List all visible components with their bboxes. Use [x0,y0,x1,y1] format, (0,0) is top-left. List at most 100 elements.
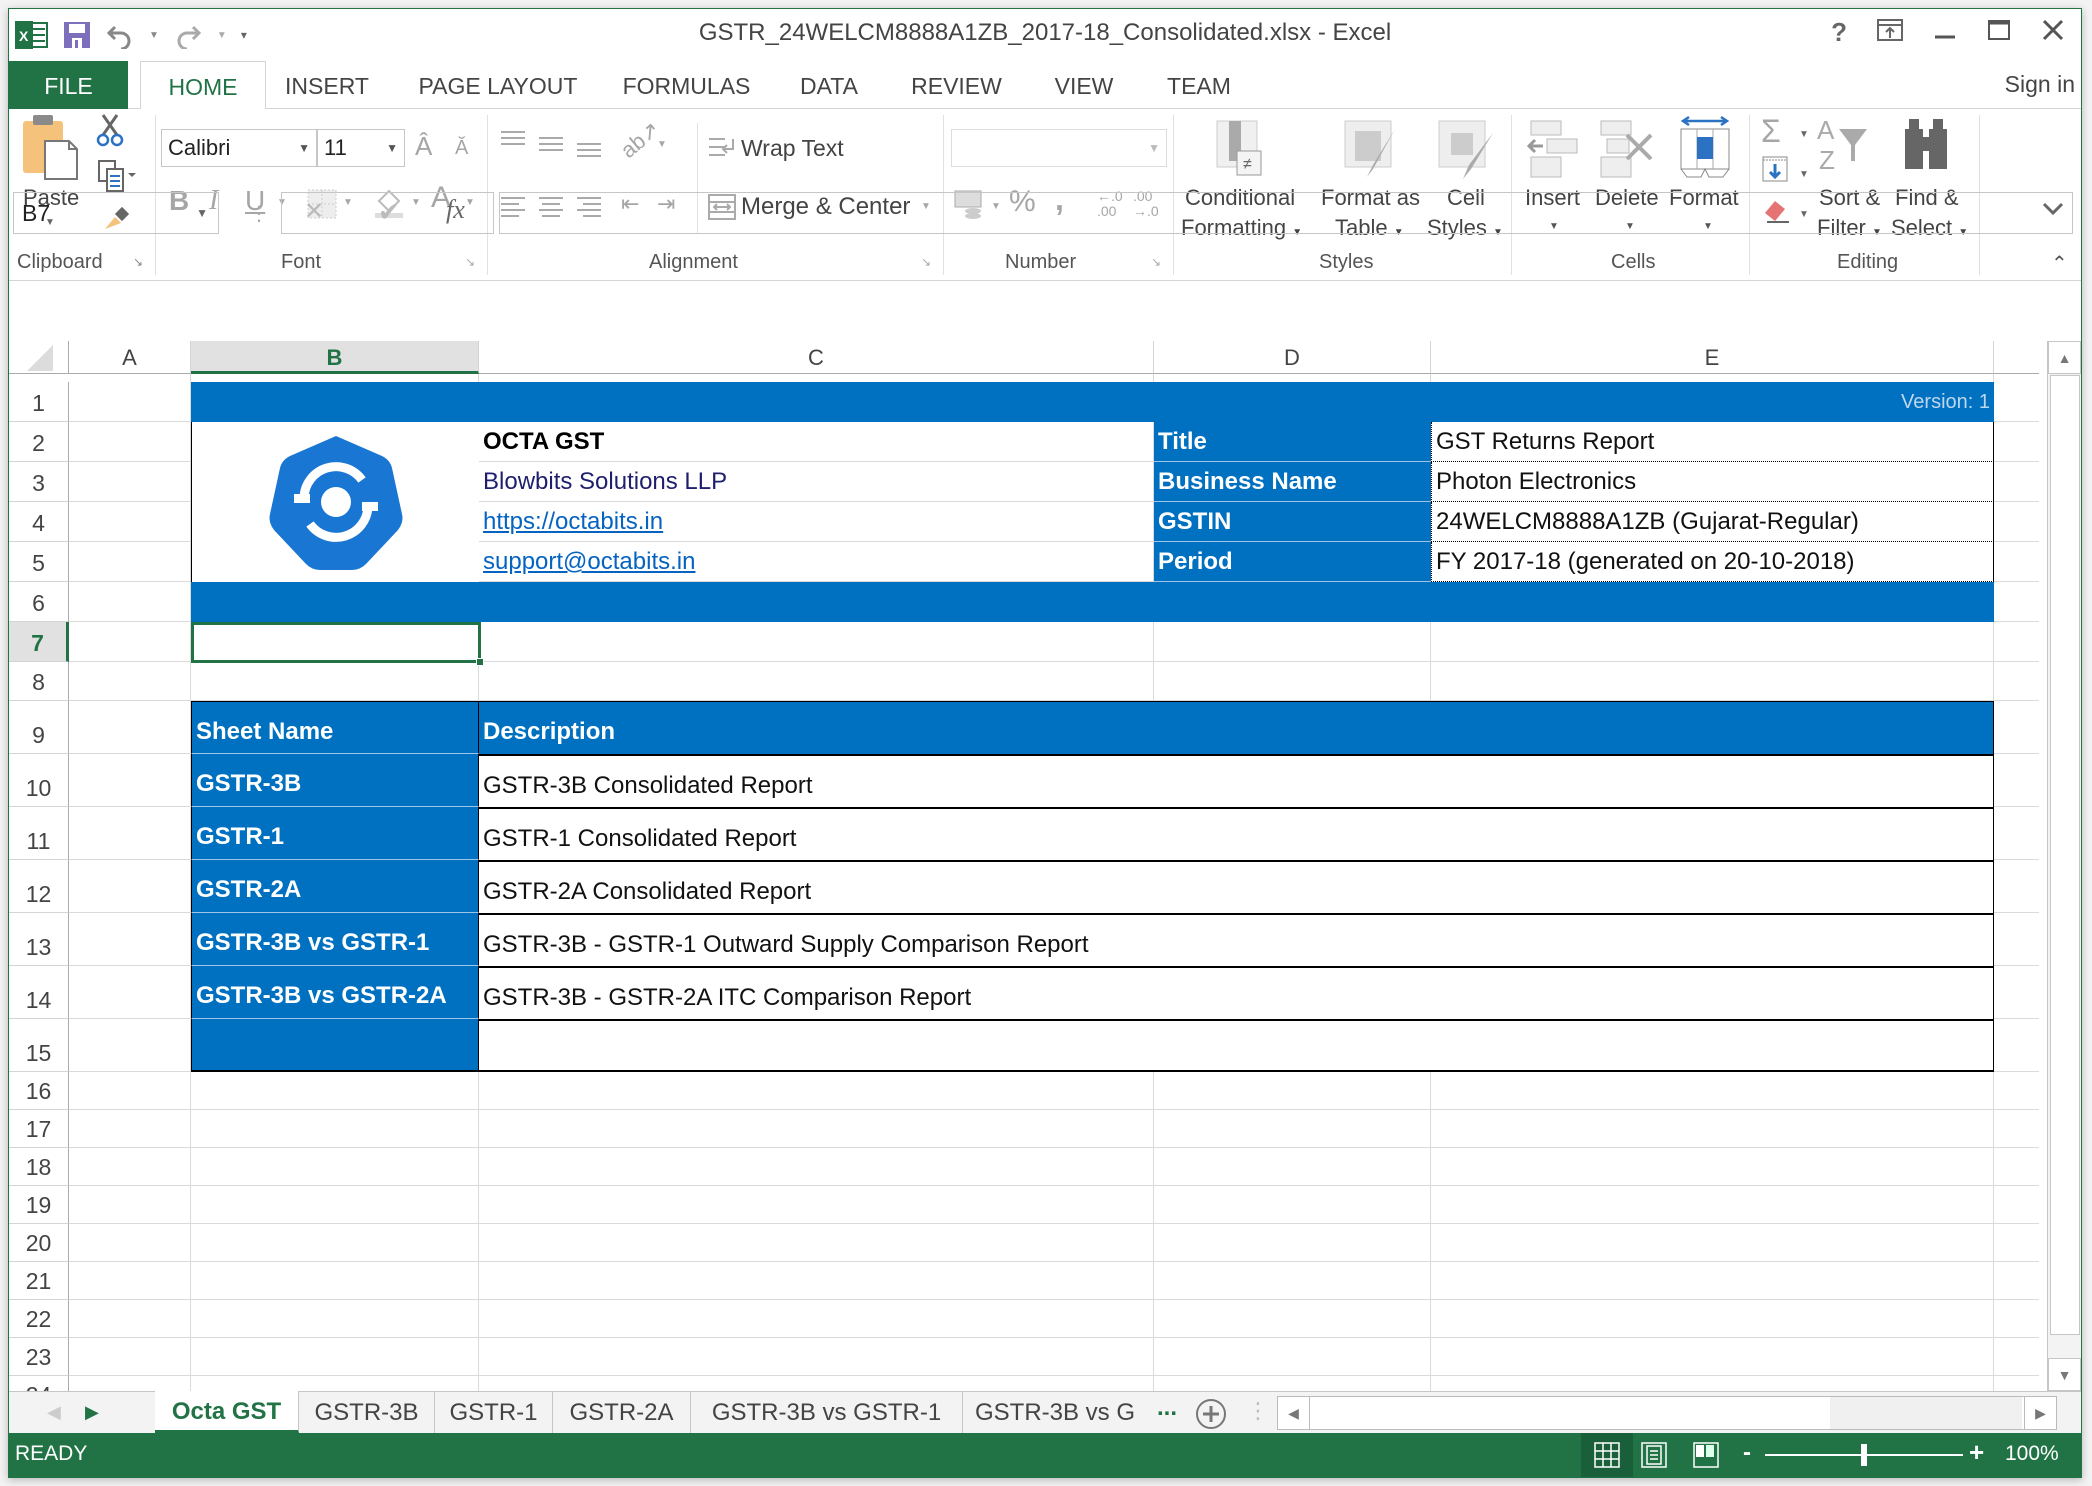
formula-input[interactable] [499,192,2073,234]
row-header-22[interactable]: 22 [9,1300,69,1338]
product-name[interactable]: OCTA GST [479,422,1154,462]
row-header-2[interactable]: 2 [9,422,69,462]
collapse-ribbon-icon[interactable]: ⌃ [2051,251,2068,276]
font-size-dropdown-icon[interactable]: ▼ [386,130,398,166]
page-break-preview-button[interactable] [1693,1442,1719,1473]
sheet-tab-gstr-3b[interactable]: GSTR-3B [299,1392,435,1434]
row-header-4[interactable]: 4 [9,502,69,542]
zoom-slider-thumb[interactable] [1861,1444,1867,1466]
sheet-tab-gstr-1[interactable]: GSTR-1 [435,1392,553,1434]
email-link-text[interactable]: support@octabits.in [483,548,695,576]
header-band-top[interactable]: Version: 1 [191,382,1994,422]
insert-function-button[interactable]: fx [446,195,465,225]
middle-align-icon[interactable] [537,135,565,164]
sheet-tab-gstr-2a[interactable]: GSTR-2A [553,1392,691,1434]
row-header-12[interactable]: 12 [9,860,69,913]
find-select-icon[interactable] [1903,119,1953,178]
row-header-11[interactable]: 11 [9,807,69,860]
row-header-7[interactable]: 7 [9,622,69,662]
page-layout-view-button[interactable] [1641,1442,1667,1473]
table-row-sheet-name[interactable]: GSTR-3B vs GSTR-2A [191,966,479,1019]
autosum-dropdown-icon[interactable]: ▼ [1799,129,1809,140]
column-header-e[interactable]: E [1431,341,1994,374]
cell-styles-icon[interactable] [1437,119,1497,186]
horizontal-scrollbar[interactable]: ◀ ▶ [1277,1396,2057,1430]
column-header-b[interactable]: B [191,341,479,374]
scroll-left-button[interactable]: ◀ [1278,1397,1310,1429]
row-header-24[interactable]: 24 [9,1376,69,1391]
name-box[interactable]: B7 ▼ [13,192,219,234]
row-header-16[interactable]: 16 [9,1072,69,1110]
company-name[interactable]: Blowbits Solutions LLP [479,462,1154,502]
tab-insert[interactable]: INSERT [277,61,377,109]
help-icon[interactable]: ? [1831,17,1847,48]
row-header-21[interactable]: 21 [9,1262,69,1300]
row-header-9[interactable]: 9 [9,701,69,754]
bottom-align-icon[interactable] [575,141,603,170]
name-box-dropdown-icon[interactable]: ▼ [196,193,208,233]
row-header-6[interactable]: 6 [9,582,69,622]
tab-formulas[interactable]: FORMULAS [614,61,759,109]
number-format-dropdown-icon[interactable]: ▼ [1148,130,1160,166]
fill-dropdown-icon[interactable]: ▼ [1799,169,1809,180]
zoom-out-button[interactable]: - [1743,1439,1751,1467]
table-header-description[interactable]: Description [479,701,1994,754]
number-format-combobox[interactable]: ▼ [951,129,1167,167]
sheet-tab-octa-gst[interactable]: Octa GST [155,1391,299,1433]
minimize-icon[interactable] [1933,17,1957,48]
font-dialog-launcher-icon[interactable]: ↘ [465,255,475,269]
top-align-icon[interactable] [499,129,527,158]
orientation-dropdown-icon[interactable]: ▼ [657,139,667,150]
horizontal-scroll-track[interactable] [1830,1397,2022,1429]
zoom-level[interactable]: 100% [2005,1442,2059,1466]
vertical-scrollbar[interactable]: ▲ ▼ [2047,341,2081,1391]
expand-formula-bar-icon[interactable] [2042,201,2064,222]
ribbon-display-options-icon[interactable] [1877,17,1903,48]
row-header-1[interactable]: 1 [9,382,69,422]
formula-bar-resize-handle[interactable]: ⋮ [249,201,269,226]
website-link[interactable]: https://octabits.in [479,502,1154,542]
tab-page-layout[interactable]: PAGE LAYOUT [403,61,593,109]
table-row-description[interactable]: GSTR-2A Consolidated Report [479,860,1994,913]
font-name-dropdown-icon[interactable]: ▼ [298,130,310,166]
column-header-a[interactable]: A [69,341,191,374]
column-header-f[interactable] [1994,341,2039,374]
column-header-c[interactable]: C [479,341,1154,374]
row-header-14[interactable]: 14 [9,966,69,1019]
info-value[interactable]: 24WELCM8888A1ZB (Gujarat-Regular) [1431,502,1994,542]
number-dialog-launcher-icon[interactable]: ↘ [1151,255,1161,269]
format-cells-icon[interactable] [1679,115,1733,184]
sign-in-link[interactable]: Sign in [2005,61,2075,107]
table-row-sheet-name[interactable]: GSTR-1 [191,807,479,860]
more-sheets-ellipsis[interactable]: ... [1157,1394,1177,1422]
info-key[interactable]: Title [1154,422,1431,462]
table-row-description[interactable] [479,1019,1994,1072]
column-header-d[interactable]: D [1154,341,1431,374]
info-value[interactable]: FY 2017-18 (generated on 20-10-2018) [1431,542,1994,582]
row-header-13[interactable]: 13 [9,913,69,966]
row-header-10[interactable]: 10 [9,754,69,807]
info-key[interactable]: Business Name [1154,462,1431,502]
paste-button[interactable]: Paste ▼ [17,113,83,228]
table-row-description[interactable]: GSTR-3B - GSTR-1 Outward Supply Comparis… [479,913,1994,966]
row-header-23[interactable]: 23 [9,1338,69,1376]
fill-handle[interactable] [476,658,484,666]
enter-formula-button[interactable]: ✔ [378,197,400,228]
sheet-tab-gstr-3b-vs-gstr-1[interactable]: GSTR-3B vs GSTR-1 [691,1392,963,1434]
cut-icon[interactable] [95,113,125,152]
insert-cells-icon[interactable] [1526,119,1581,184]
scroll-tabs-left-icon[interactable]: ◀ [47,1402,61,1423]
active-cell-b7[interactable] [191,622,484,666]
clipboard-dialog-launcher-icon[interactable]: ↘ [133,255,143,269]
maximize-icon[interactable] [1987,17,2011,48]
row-header-5[interactable]: 5 [9,542,69,582]
row-header-18[interactable]: 18 [9,1148,69,1186]
table-row-sheet-name[interactable]: GSTR-2A [191,860,479,913]
normal-view-button[interactable] [1581,1433,1633,1477]
row-header-3[interactable]: 3 [9,462,69,502]
tab-view[interactable]: VIEW [1044,61,1124,109]
row-header-19[interactable]: 19 [9,1186,69,1224]
new-sheet-button[interactable] [1195,1398,1227,1435]
wrap-text-button[interactable]: Wrap Text [741,135,844,162]
info-key[interactable]: Period [1154,542,1431,582]
